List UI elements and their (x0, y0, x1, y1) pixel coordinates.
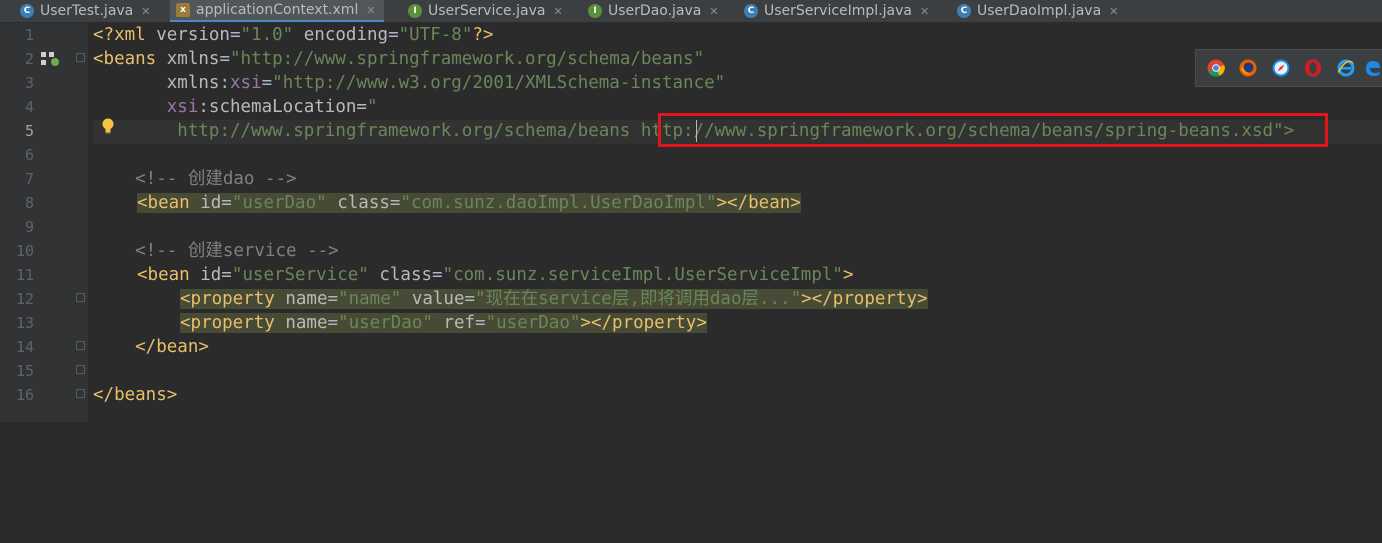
ie-icon[interactable] (1337, 59, 1355, 77)
line-number: 9 (24, 218, 34, 236)
line-number: 13 (15, 314, 34, 332)
code-line-12: <property name="name" value="现在在service层… (180, 289, 928, 309)
tab-label: UserService.java (428, 3, 546, 19)
xml-icon: x (176, 3, 190, 17)
line-number: 8 (24, 194, 34, 212)
tab-userserviceimpl[interactable]: C UserServiceImpl.java ✕ (744, 0, 929, 22)
close-icon[interactable]: ✕ (553, 5, 562, 18)
fold-toggle[interactable] (76, 341, 85, 350)
tab-label: UserDaoImpl.java (977, 3, 1102, 19)
fold-toggle[interactable] (76, 53, 85, 62)
line-number: 11 (15, 266, 34, 284)
line-number: 14 (15, 338, 34, 356)
tab-label: UserServiceImpl.java (764, 3, 912, 19)
code-line-8: <bean id="userDao" class="com.sunz.daoIm… (137, 193, 801, 213)
line-number: 6 (24, 146, 34, 164)
code-line-7: <!-- 创建dao --> (93, 169, 297, 189)
line-number: 15 (15, 362, 34, 380)
class-icon: C (20, 4, 34, 18)
tab-label: applicationContext.xml (196, 2, 359, 18)
fold-toggle[interactable] (76, 389, 85, 398)
code-line-13: <property name="userDao" ref="userDao"><… (180, 313, 707, 333)
tab-userdao[interactable]: I UserDao.java ✕ (588, 0, 719, 22)
text-cursor (696, 120, 697, 142)
tab-userservice[interactable]: I UserService.java ✕ (408, 0, 563, 22)
safari-icon[interactable] (1272, 59, 1290, 77)
editor-tab-bar: C UserTest.java ✕ x applicationContext.x… (0, 0, 1382, 23)
close-icon[interactable]: ✕ (920, 5, 929, 18)
close-icon[interactable]: ✕ (366, 4, 375, 17)
code-line-16: </beans> (93, 385, 178, 405)
class-icon: C (957, 4, 971, 18)
line-number: 2 (24, 50, 34, 68)
fold-toggle[interactable] (76, 293, 85, 302)
code-line-11: <bean id="userService" class="com.sunz.s… (137, 265, 854, 285)
annotation-highlight-box (658, 113, 1328, 147)
line-number: 1 (24, 26, 34, 44)
close-icon[interactable]: ✕ (709, 5, 718, 18)
code-line-4: xsi:schemaLocation=" (166, 97, 378, 117)
interface-icon: I (408, 4, 422, 18)
edge-icon[interactable] (1364, 59, 1382, 77)
line-number: 12 (15, 290, 34, 308)
code-editor[interactable]: <?xml version="1.0" encoding="UTF-8"?> <… (93, 23, 1294, 543)
tab-label: UserDao.java (608, 3, 702, 19)
spring-bean-gutter-icon[interactable] (40, 51, 62, 67)
tab-userdaoimpl[interactable]: C UserDaoImpl.java ✕ (957, 0, 1118, 22)
code-line-1: <?xml version="1.0" encoding="UTF-8"?> (93, 25, 494, 45)
line-number: 16 (15, 386, 34, 404)
class-icon: C (744, 4, 758, 18)
code-line-10: <!-- 创建service --> (93, 241, 339, 261)
lightbulb-icon[interactable] (101, 118, 115, 134)
close-icon[interactable]: ✕ (141, 5, 150, 18)
tab-label: UserTest.java (40, 3, 134, 19)
line-number: 5 (24, 122, 34, 140)
line-number: 10 (15, 242, 34, 260)
tab-applicationcontext[interactable]: x applicationContext.xml ✕ (170, 0, 384, 22)
line-number: 4 (24, 98, 34, 116)
line-number: 7 (24, 170, 34, 188)
code-line-14: </bean> (93, 337, 209, 357)
firefox-icon[interactable] (1239, 59, 1257, 77)
close-icon[interactable]: ✕ (1109, 5, 1118, 18)
browser-preview-popup (1195, 49, 1382, 87)
editor-gutter[interactable]: 1 2 3 4 5 6 7 8 9 10 11 12 13 14 15 16 (0, 23, 88, 422)
code-line-3: xmlns:xsi="http://www.w3.org/2001/XMLSch… (166, 73, 726, 93)
opera-icon[interactable] (1304, 59, 1322, 77)
line-number: 3 (24, 74, 34, 92)
interface-icon: I (588, 4, 602, 18)
code-line-2: <beans xmlns="http://www.springframework… (93, 49, 705, 69)
tab-usertest[interactable]: C UserTest.java ✕ (20, 0, 150, 22)
fold-toggle[interactable] (76, 365, 85, 374)
chrome-icon[interactable] (1207, 59, 1225, 77)
